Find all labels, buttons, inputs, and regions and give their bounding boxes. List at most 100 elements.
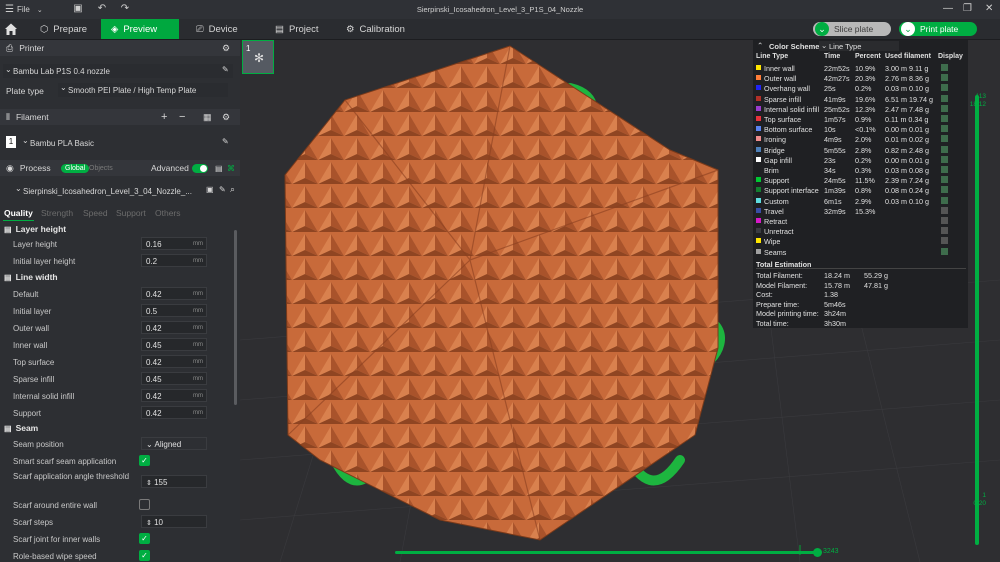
- process-profile-select[interactable]: ⌄ Sierpinski_Icosahedron_Level_3_04_Nozz…: [3, 184, 239, 198]
- legend-row[interactable]: Internal solid infill 25m52s 12.3% 2.47 …: [753, 104, 968, 114]
- legend-display-checkbox[interactable]: [941, 155, 948, 163]
- scarf-steps-spinner[interactable]: ⇕ 10: [141, 515, 207, 528]
- search-icon[interactable]: ⌕: [230, 184, 235, 195]
- legend-row[interactable]: Custom 6m1s 2.9% 0.03 m 0.10 g: [753, 196, 968, 206]
- legend-row[interactable]: Unretract: [753, 226, 968, 236]
- legend-row[interactable]: Inner wall 22m52s 10.9% 3.00 m 9.11 g: [753, 63, 968, 73]
- tab-project[interactable]: ▤ Project: [265, 19, 329, 39]
- edit-icon[interactable]: ✎: [222, 137, 229, 146]
- legend-display-checkbox[interactable]: [941, 125, 948, 133]
- chevron-down-icon[interactable]: ⌄: [815, 22, 829, 36]
- tab-device[interactable]: ⎚ Device: [186, 19, 248, 39]
- legend-display-checkbox[interactable]: [941, 196, 948, 204]
- layer-slider[interactable]: [975, 95, 979, 545]
- wipe-speed-checkbox[interactable]: ✓: [139, 550, 150, 561]
- legend-display-checkbox[interactable]: [941, 247, 948, 255]
- legend-display-checkbox[interactable]: [941, 186, 948, 194]
- minimize-button[interactable]: —: [943, 3, 953, 15]
- left-panel-scrollbar[interactable]: [234, 230, 237, 405]
- save-icon[interactable]: ▣: [206, 185, 214, 194]
- legend-display-checkbox[interactable]: [941, 227, 948, 235]
- legend-display-checkbox[interactable]: [941, 115, 948, 122]
- line-width-input[interactable]: 0.42 mm: [141, 287, 207, 300]
- initial-layer-height-input[interactable]: 0.2 mm: [141, 254, 207, 267]
- legend-row[interactable]: Retract: [753, 216, 968, 226]
- tree-icon[interactable]: ⌘: [227, 164, 235, 173]
- line-width-input[interactable]: 0.42 mm: [141, 355, 207, 368]
- remove-icon[interactable]: −: [179, 111, 185, 123]
- home-icon[interactable]: [4, 22, 18, 36]
- subtab-others[interactable]: Others: [155, 208, 181, 218]
- maximize-button[interactable]: ❐: [963, 3, 972, 15]
- legend-row[interactable]: Support interface 1m39s 0.8% 0.08 m 0.24…: [753, 185, 968, 195]
- global-toggle[interactable]: Global: [61, 163, 90, 173]
- legend-display-checkbox[interactable]: [941, 135, 948, 143]
- compare-icon[interactable]: ▤: [215, 164, 223, 173]
- plate-thumbnail[interactable]: 1 ✻: [242, 40, 274, 74]
- legend-display-checkbox[interactable]: [941, 176, 948, 184]
- legend-display-checkbox[interactable]: [941, 145, 948, 153]
- legend-row[interactable]: Gap infill 23s 0.2% 0.00 m 0.01 g: [753, 155, 968, 165]
- legend-row[interactable]: Top surface 1m57s 0.9% 0.11 m 0.34 g: [753, 114, 968, 124]
- line-width-input[interactable]: 0.42 mm: [141, 321, 207, 334]
- line-width-input[interactable]: 0.5 mm: [141, 304, 207, 317]
- legend-display-checkbox[interactable]: [941, 74, 948, 82]
- spinner-icon[interactable]: ⇕: [146, 480, 152, 487]
- advanced-switch[interactable]: [192, 163, 208, 173]
- line-width-input[interactable]: 0.45 mm: [141, 338, 207, 351]
- line-width-input[interactable]: 0.45 mm: [141, 372, 207, 385]
- legend-row[interactable]: Brim 34s 0.3% 0.03 m 0.08 g: [753, 165, 968, 175]
- legend-display-checkbox[interactable]: [941, 104, 948, 112]
- scarf-angle-spinner[interactable]: ⇕ 155: [141, 475, 207, 488]
- subtab-speed[interactable]: Speed: [83, 208, 108, 218]
- legend-display-checkbox[interactable]: [941, 217, 948, 224]
- printer-select[interactable]: ⌄ Bambu Lab P1S 0.4 nozzle ✎: [3, 64, 233, 78]
- layer-height-input[interactable]: 0.16 mm: [141, 237, 207, 250]
- legend-display-checkbox[interactable]: [941, 84, 948, 92]
- legend-row[interactable]: Travel 32m9s 15.3%: [753, 206, 968, 216]
- legend-row[interactable]: Seams: [753, 247, 968, 257]
- line-width-input[interactable]: 0.42 mm: [141, 389, 207, 402]
- legend-display-checkbox[interactable]: [941, 64, 948, 71]
- plate-type-select[interactable]: ⌄ Smooth PEI Plate / High Temp Plate: [58, 83, 228, 97]
- tab-prepare[interactable]: ⬡ Prepare: [30, 19, 97, 39]
- edit-icon[interactable]: ✎: [222, 65, 229, 74]
- legend-display-checkbox[interactable]: [941, 94, 948, 102]
- legend-display-checkbox[interactable]: [941, 237, 948, 245]
- legend-display-checkbox[interactable]: [941, 166, 948, 173]
- legend-row[interactable]: Overhang wall 25s 0.2% 0.03 m 0.10 g: [753, 83, 968, 93]
- close-button[interactable]: ✕: [985, 3, 993, 15]
- scarf-around-checkbox[interactable]: [139, 499, 150, 510]
- legend-row[interactable]: Support 24m5s 11.5% 2.39 m 7.24 g: [753, 175, 968, 185]
- legend-row[interactable]: Ironing 4m9s 2.0% 0.01 m 0.02 g: [753, 134, 968, 144]
- subtab-strength[interactable]: Strength: [41, 208, 73, 218]
- add-icon[interactable]: +: [161, 111, 167, 123]
- line-width-input[interactable]: 0.42 mm: [141, 406, 207, 419]
- legend-display-checkbox[interactable]: [941, 206, 948, 214]
- gear-icon[interactable]: ⚙: [222, 112, 230, 123]
- move-slider[interactable]: [395, 551, 815, 554]
- legend-row[interactable]: Wipe: [753, 236, 968, 246]
- slice-plate-button[interactable]: ⌄ Slice plate: [813, 22, 891, 36]
- subtab-quality[interactable]: Quality: [4, 208, 33, 218]
- scarf-inner-checkbox[interactable]: ✓: [139, 533, 150, 544]
- spinner-icon[interactable]: ⇕: [146, 520, 152, 527]
- collapse-icon[interactable]: ⌃: [757, 41, 763, 50]
- filament-sync-icon[interactable]: ▦: [203, 112, 212, 123]
- legend-row[interactable]: Sparse infill 41m9s 19.6% 6.51 m 19.74 g: [753, 94, 968, 104]
- chevron-down-icon[interactable]: ⌄: [901, 22, 915, 36]
- seam-position-select[interactable]: ⌄ Aligned: [141, 437, 207, 450]
- tab-preview[interactable]: ◈ Preview: [101, 19, 179, 39]
- color-scheme-select[interactable]: ⌄ Line Type: [819, 41, 899, 51]
- print-plate-button[interactable]: ⌄ Print plate: [899, 22, 977, 36]
- legend-row[interactable]: Bottom surface 10s <0.1% 0.00 m 0.01 g: [753, 124, 968, 134]
- tab-calibration[interactable]: ⚙ Calibration: [336, 19, 415, 39]
- subtab-support[interactable]: Support: [116, 208, 146, 218]
- filament-slot-row[interactable]: 1 ⌄ Bambu PLA Basic ✎: [3, 136, 233, 150]
- legend-row[interactable]: Outer wall 42m27s 20.3% 2.76 m 8.36 g: [753, 73, 968, 83]
- gear-icon[interactable]: ⚙: [222, 43, 230, 54]
- legend-row[interactable]: Bridge 5m55s 2.8% 0.82 m 2.48 g: [753, 145, 968, 155]
- objects-toggle[interactable]: Objects: [89, 165, 113, 172]
- move-slider-handle[interactable]: [813, 548, 822, 557]
- edit-icon[interactable]: ✎: [219, 185, 226, 194]
